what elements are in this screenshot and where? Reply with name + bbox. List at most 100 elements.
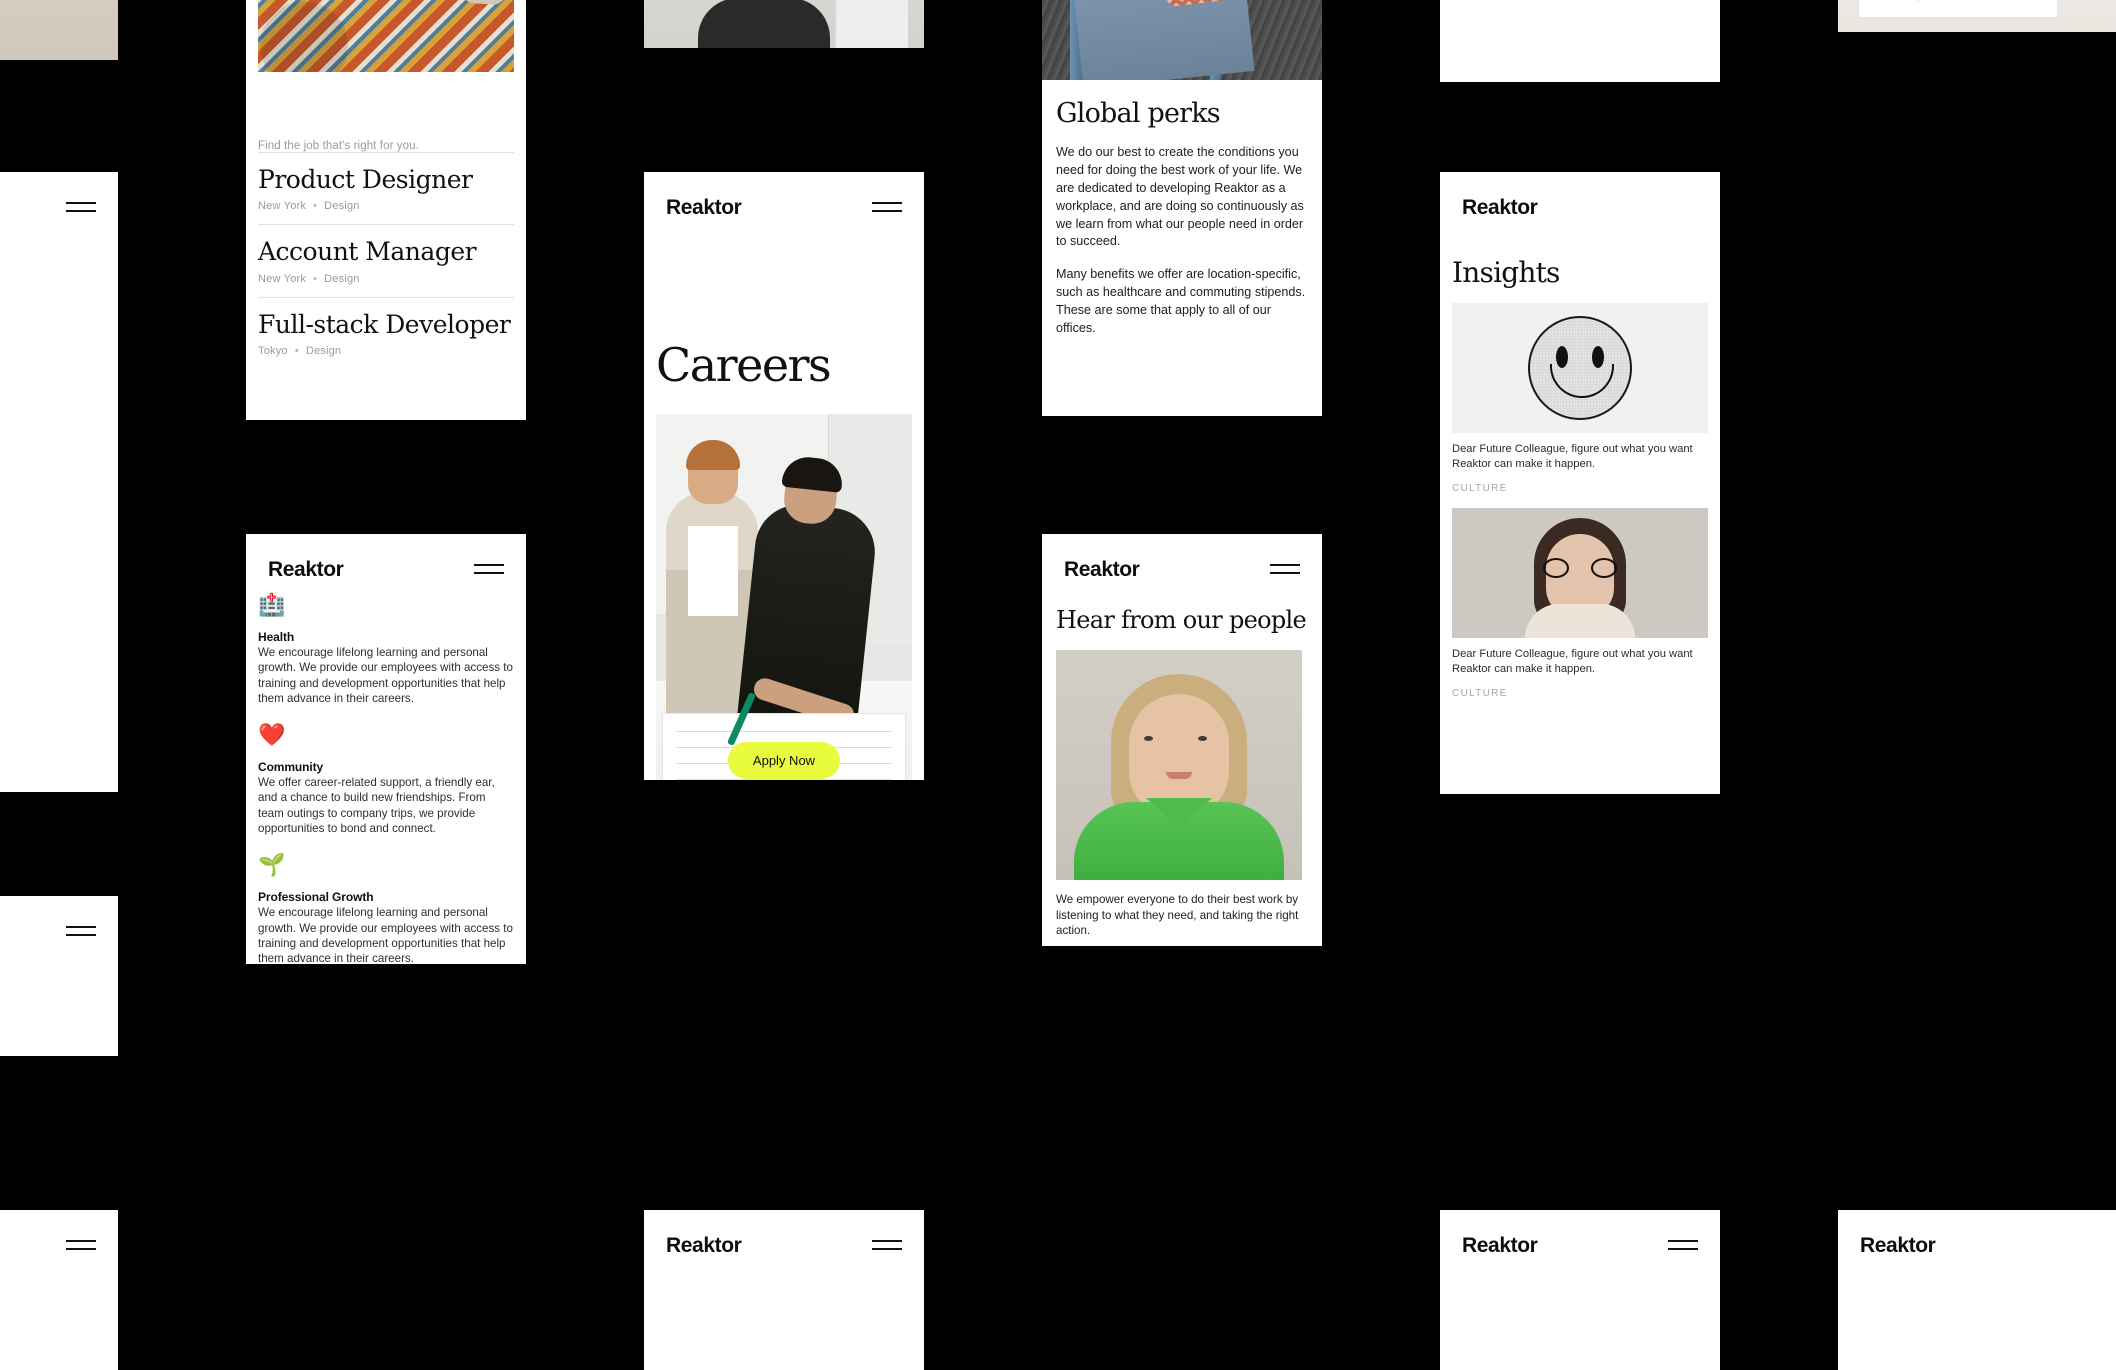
- job-meta: New York • Design: [258, 273, 514, 285]
- job-listing-item[interactable]: Product Designer New York • Design: [258, 152, 514, 224]
- section-title: Hear from our people: [1056, 606, 1307, 634]
- job-location: Tokyo: [258, 344, 288, 357]
- smiley-face-icon: [1452, 303, 1708, 433]
- door: [834, 0, 908, 48]
- insight-item[interactable]: Dear Future Colleague, figure out what y…: [1452, 507, 1708, 699]
- job-department: Design: [305, 344, 342, 357]
- brand-logo[interactable]: Reaktor: [1462, 1234, 1538, 1258]
- insight-tag: CULTURE: [1452, 482, 1508, 494]
- topbar-bottom-left: [0, 1210, 118, 1264]
- smile: [1550, 364, 1614, 398]
- perks-hero-photo: [1042, 0, 1322, 80]
- rug-photo: [258, 0, 514, 72]
- hamburger-menu-icon[interactable]: [66, 924, 96, 940]
- benefits-body: 🏥 Health We encourage lifelong learning …: [246, 592, 526, 965]
- smiley-illustration: [1528, 316, 1632, 420]
- job-meta: Tokyo • Design: [258, 345, 514, 357]
- screen-benefits: Reaktor 🏥 Health We encourage lifelong l…: [246, 534, 526, 964]
- screen-top-mid: [644, 0, 924, 48]
- jobs-body: Find the job that's right for you. Produ…: [246, 140, 526, 369]
- hamburger-menu-icon[interactable]: [66, 1238, 96, 1254]
- topbar-left-mid: [0, 172, 118, 226]
- shirt: [688, 526, 738, 616]
- job-title: Full-stack Developer: [258, 309, 511, 339]
- screen-bottom-left: [0, 1210, 118, 1370]
- apply-now-button[interactable]: Apply Now: [727, 742, 841, 779]
- perks-paragraph-2: Many benefits we offer are location-spec…: [1056, 267, 1306, 335]
- screen-left-mid: e casual and focused are you, and what a…: [0, 172, 118, 792]
- portrait-photo: [644, 0, 924, 48]
- screen-bottom-mid: Reaktor: [644, 1210, 924, 1370]
- people-carousel[interactable]: [1056, 650, 1308, 880]
- hamburger-menu-icon[interactable]: [66, 200, 96, 216]
- perks-body: Global perks We do our best to create th…: [1042, 98, 1322, 338]
- brand-logo[interactable]: Reaktor: [1064, 558, 1140, 582]
- brand-logo[interactable]: Reaktor: [268, 558, 344, 582]
- job-location: New York: [258, 200, 307, 213]
- glasses-icon: [1543, 557, 1617, 578]
- benefit-item: 🌱 Professional Growth We encourage lifel…: [258, 854, 514, 964]
- seedling-emoji: 🌱: [258, 852, 286, 878]
- job-title: Product Designer: [258, 165, 473, 194]
- brand-logo[interactable]: Reaktor: [1462, 196, 1538, 220]
- benefit-text: We offer career-related support, a frien…: [258, 776, 495, 836]
- hospital-emoji: 🏥: [258, 592, 286, 617]
- screen-jobs: Find the job that's right for you. Produ…: [246, 0, 526, 420]
- screen-top-right: [1440, 0, 1720, 82]
- jeans: [1073, 0, 1255, 80]
- meta-separator: •: [313, 200, 318, 213]
- hamburger-menu-icon[interactable]: [872, 1238, 902, 1254]
- portrait-with-glasses-photo: [1452, 507, 1708, 638]
- insight-text: Dear Future Colleague, figure out what y…: [1452, 443, 1693, 470]
- job-location: New York: [258, 272, 307, 285]
- insight-text: Dear Future Colleague, figure out what y…: [1452, 647, 1693, 675]
- topbar-people: Reaktor: [1042, 534, 1322, 588]
- screen-bottom-far-right: Reaktor: [1838, 1210, 2116, 1370]
- screen-global-perks: Global perks We do our best to create th…: [1042, 0, 1322, 416]
- paper-sheet: [1858, 0, 2058, 18]
- benefit-text: We encourage lifelong learning and perso…: [258, 906, 513, 964]
- torso: [698, 0, 830, 48]
- job-title: Account Manager: [258, 237, 477, 267]
- job-listing-item[interactable]: Full-stack Developer Tokyo • Design: [258, 296, 514, 369]
- section-title: Global perks: [1056, 98, 1221, 129]
- jobs-lead-text: Find the job that's right for you.: [258, 140, 419, 152]
- benefit-text: We encourage lifelong learning and perso…: [258, 646, 513, 705]
- topbar-insights: Reaktor: [1440, 172, 1720, 226]
- job-listing-item[interactable]: Account Manager New York • Design: [258, 224, 514, 296]
- job-department: Design: [324, 200, 360, 213]
- meta-separator: •: [313, 272, 318, 285]
- topbar-bottom-far-right: Reaktor: [1838, 1210, 2116, 1264]
- people-body: Hear from our people We empower everyone…: [1042, 606, 1322, 939]
- desk-photo: [1838, 0, 2116, 32]
- insight-item[interactable]: Dear Future Colleague, figure out what y…: [1452, 303, 1708, 494]
- brand-logo[interactable]: Reaktor: [1860, 1234, 1936, 1258]
- red-heart-emoji: ❤️: [258, 722, 286, 748]
- page-title: Careers: [656, 338, 832, 392]
- topbar-bottom-right: Reaktor: [1440, 1210, 1720, 1264]
- hamburger-menu-icon[interactable]: [1668, 1238, 1698, 1254]
- screen-insights: Reaktor Insights Dear Future Colleague, …: [1440, 172, 1720, 794]
- job-department: Design: [324, 272, 360, 285]
- insight-tag: CULTURE: [1452, 687, 1508, 699]
- eye: [1144, 736, 1153, 741]
- hamburger-menu-icon[interactable]: [474, 562, 504, 578]
- photo-notch: [258, 72, 400, 96]
- screen-left-bottom: [0, 896, 118, 1056]
- topbar-careers: Reaktor: [644, 172, 924, 226]
- benefit-title: Health: [258, 630, 295, 644]
- topbar-benefits: Reaktor: [246, 534, 526, 588]
- face: [1129, 694, 1229, 816]
- meta-separator: •: [294, 344, 299, 357]
- presentation-board: e casual and focused are you, and what a…: [0, 0, 2116, 1370]
- hamburger-menu-icon[interactable]: [1270, 562, 1300, 578]
- eye: [1198, 736, 1207, 741]
- brand-logo[interactable]: Reaktor: [666, 196, 742, 220]
- sweater: [1525, 603, 1635, 638]
- jobs-hero-photo: [246, 0, 526, 96]
- benefit-title: Community: [258, 760, 324, 775]
- people-quote: We empower everyone to do their best wor…: [1056, 893, 1299, 938]
- brand-logo[interactable]: Reaktor: [666, 1234, 742, 1258]
- hamburger-menu-icon[interactable]: [872, 200, 902, 216]
- screen-top-far-right: [1838, 0, 2116, 32]
